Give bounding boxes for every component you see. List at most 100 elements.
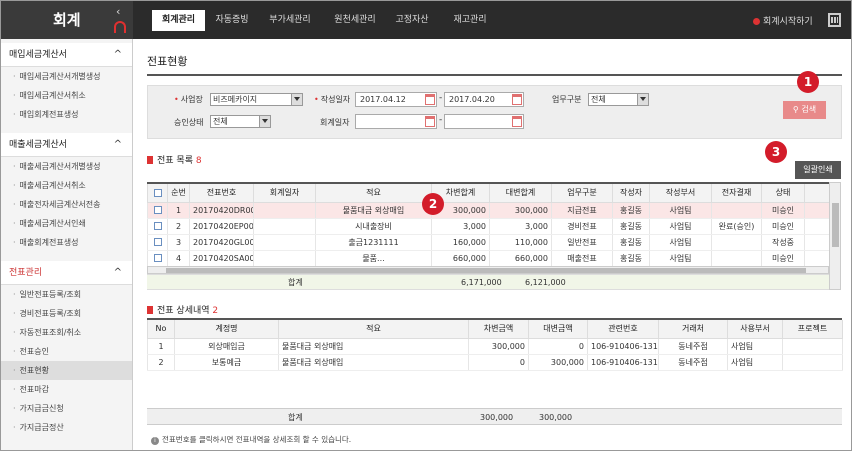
calendar-icon[interactable] <box>512 116 522 127</box>
sidebar-item[interactable]: 매출세금계산서취소 <box>1 176 132 195</box>
column-header: 회계일자 <box>253 184 316 203</box>
column-header: 전표번호 <box>189 184 254 203</box>
collapse-sidebar-icon[interactable]: ‹ <box>116 5 120 18</box>
headset-icon[interactable] <box>114 21 126 33</box>
scrollbar-thumb[interactable] <box>166 268 806 273</box>
total-credit: 6,121,000 <box>525 278 566 287</box>
sidebar-group-title: 매출세금계산서 <box>9 140 67 150</box>
acct-date-to-input[interactable] <box>444 114 524 129</box>
approval-status-label: 승인상태 <box>174 118 204 127</box>
select-all-checkbox[interactable] <box>147 184 168 203</box>
chevron-down-icon <box>637 94 648 105</box>
table-row[interactable]: 2 20170420EP00001 시내출장비 3,000 3,000 경비전표… <box>147 218 829 235</box>
sidebar-item[interactable]: 전표승인 <box>1 342 132 361</box>
topnav-item-withholding[interactable]: 원천세관리 <box>325 10 385 31</box>
sidebar-group-header[interactable]: 매출세금계산서 ^ <box>1 133 132 157</box>
search-filter-panel: • 사업장 비즈메카이지 • 작성일자 2017.04.12 - 2017.04.2… <box>147 85 842 139</box>
alert-icon <box>753 18 760 25</box>
topnav-item-auto-evidence[interactable]: 자동증빙 <box>207 10 257 31</box>
column-header: No <box>147 320 175 339</box>
calendar-icon[interactable] <box>512 94 522 105</box>
created-date-label: • 작성일자 <box>314 95 351 104</box>
tutorial-link[interactable]: 회계시작하기 <box>753 14 813 27</box>
app-logo: 회계 <box>1 1 133 39</box>
column-header: 대변금액 <box>528 320 588 339</box>
voucher-detail-total-row: 합계 300,000 300,000 <box>147 408 842 425</box>
chevron-down-icon <box>259 116 270 127</box>
column-header: 프로젝트 <box>782 320 843 339</box>
app-window: 회계 ‹ 회계관리 자동증빙 부가세관리 원천세관리 고정자산 재고관리 회계시… <box>0 0 852 451</box>
sidebar-item[interactable]: 매출세금계산서인쇄 <box>1 214 132 233</box>
column-header: 작성부서 <box>649 184 712 203</box>
column-header: 계정명 <box>174 320 279 339</box>
voucher-list-table: 순번 전표번호 회계일자 적요 차변합계 대변합계 업무구분 작성자 작성부서 … <box>147 184 829 267</box>
chevron-up-icon: ^ <box>113 139 122 150</box>
acct-date-label: 회계일자 <box>320 118 350 127</box>
scrollbar-thumb[interactable] <box>832 203 839 247</box>
voucher-list-title: 전표 목록 8 <box>147 153 202 166</box>
sidebar-item[interactable]: 가지급금정산 <box>1 418 132 437</box>
info-icon: i <box>151 437 159 445</box>
table-row[interactable]: 3 20170420GL00001 출금1231111 160,000 110,… <box>147 234 829 251</box>
sidebar-item[interactable]: 가지급금신청 <box>1 399 132 418</box>
sidebar-item[interactable]: 매출회계전표생성 <box>1 233 132 252</box>
row-checkbox[interactable] <box>153 222 162 230</box>
approval-status-select[interactable]: 전체 <box>210 115 271 128</box>
search-button[interactable]: ⚲ 검색 <box>783 101 826 119</box>
sidebar: 매입세금계산서^ 매입세금계산서개별생성 매입세금계산서취소 매입회계전표생성 … <box>1 39 133 450</box>
voucher-number-link[interactable]: 20170420DR00001 <box>189 202 254 219</box>
row-checkbox[interactable] <box>153 254 162 262</box>
sidebar-group-header[interactable]: 매입세금계산서 ^ <box>1 43 132 67</box>
title-divider <box>147 74 842 76</box>
calculator-icon[interactable] <box>828 13 841 27</box>
sidebar-group-title: 매입세금계산서 <box>9 50 67 60</box>
sidebar-item[interactable]: 매출전자세금계산서전송 <box>1 195 132 214</box>
sidebar-group-voucher: 전표관리 ^ 일반전표등록/조회 경비전표등록/조회 자동전표조회/취소 전표승인… <box>1 261 132 437</box>
column-header: 순번 <box>167 184 190 203</box>
table-row[interactable]: 1 20170420DR00001 물품대금 외상매입 300,000 300,… <box>147 202 829 219</box>
column-header: 관련번호 <box>587 320 659 339</box>
acct-date-from-input[interactable] <box>355 114 437 129</box>
table-row[interactable]: 2 보통예금 물품대금 외상매입 0 300,000 106-910406-13… <box>147 354 843 371</box>
sidebar-item[interactable]: 매출세금계산서개별생성 <box>1 157 132 176</box>
sidebar-item[interactable]: 경비전표등록/조회 <box>1 304 132 323</box>
sidebar-item[interactable]: 자동전표조회/취소 <box>1 323 132 342</box>
column-header: 대변합계 <box>489 184 552 203</box>
voucher-number-link[interactable]: 20170420SA00001 <box>189 250 254 267</box>
horizontal-scrollbar[interactable] <box>147 266 829 274</box>
created-date-from-input[interactable]: 2017.04.12 <box>355 92 437 107</box>
sidebar-item[interactable]: 매입회계전표생성 <box>1 105 132 124</box>
voucher-number-link[interactable]: 20170420EP00001 <box>189 218 254 235</box>
table-row[interactable]: 1 외상매입금 물품대금 외상매입 300,000 0 106-910406-1… <box>147 338 843 355</box>
batch-print-button[interactable]: 일괄인쇄 <box>795 161 841 179</box>
voucher-list-total-row: 합계 6,171,000 6,121,000 <box>147 274 829 290</box>
row-checkbox[interactable] <box>153 206 162 214</box>
sidebar-item[interactable]: 매입세금계산서취소 <box>1 86 132 105</box>
sidebar-group-sales-invoice: 매출세금계산서 ^ 매출세금계산서개별생성 매출세금계산서취소 매출전자세금계산서… <box>1 133 132 252</box>
voucher-number-link[interactable]: 20170420GL00001 <box>189 234 254 251</box>
sidebar-item[interactable]: 일반전표등록/조회 <box>1 285 132 304</box>
row-checkbox[interactable] <box>153 238 162 246</box>
total-debit: 300,000 <box>480 413 514 422</box>
column-header: 상태 <box>761 184 805 203</box>
calendar-icon[interactable] <box>425 94 435 105</box>
calendar-icon[interactable] <box>425 116 435 127</box>
sidebar-item-active[interactable]: 전표현황 <box>1 361 132 380</box>
chevron-down-icon <box>291 94 302 105</box>
biz-type-select[interactable]: 전체 <box>588 93 649 106</box>
sidebar-group-title: 전표관리 <box>9 268 43 278</box>
column-header-spacer <box>804 184 829 203</box>
topnav-item-vat[interactable]: 부가세관리 <box>260 10 320 31</box>
total-debit: 6,171,000 <box>461 278 502 287</box>
topnav-item-inventory[interactable]: 재고관리 <box>445 10 495 31</box>
table-row[interactable]: 4 20170420SA00001 물품... 660,000 660,000 … <box>147 250 829 267</box>
page-title: 전표현황 <box>147 55 188 68</box>
topnav-item-fixed-assets[interactable]: 고정자산 <box>389 10 435 31</box>
sidebar-item[interactable]: 매입세금계산서개별생성 <box>1 67 132 86</box>
sidebar-group-header[interactable]: 전표관리 ^ <box>1 261 132 285</box>
vertical-scrollbar[interactable] <box>829 182 841 290</box>
sidebar-item[interactable]: 전표마감 <box>1 380 132 399</box>
created-date-to-input[interactable]: 2017.04.20 <box>444 92 524 107</box>
site-select[interactable]: 비즈메카이지 <box>210 93 303 106</box>
topnav-item-accounting[interactable]: 회계관리 <box>152 10 205 31</box>
